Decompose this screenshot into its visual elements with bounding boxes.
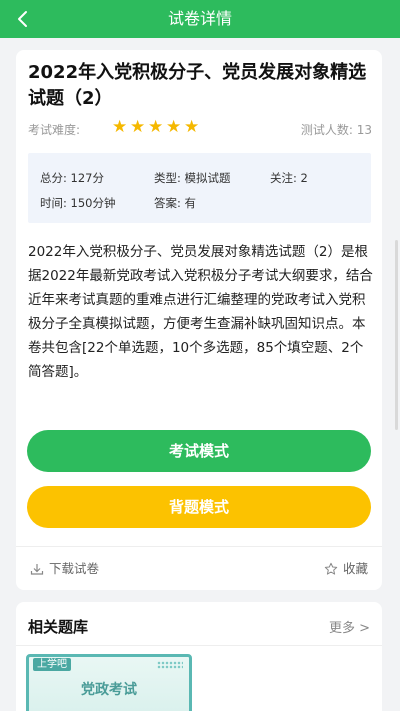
collect-label: 收藏 — [342, 561, 368, 576]
difficulty-stars: ★ ★ ★ ★ ★ — [112, 118, 202, 136]
follow-count: 关注: 2 — [270, 171, 308, 185]
memorize-mode-button[interactable]: 背题模式 — [27, 486, 371, 528]
star-outline-icon — [324, 562, 338, 575]
brand-logo: 上学吧 — [33, 658, 71, 671]
scrollbar[interactable] — [395, 240, 398, 430]
related-bank-item-title: 党政考试 — [81, 682, 137, 698]
paper-info-box: 总分: 127分 类型: 模拟试题 关注: 2 时间: 150分钟 答案: 有 — [28, 153, 371, 223]
exam-time: 时间: 150分钟 — [40, 196, 116, 210]
download-icon — [30, 564, 44, 575]
collect-button[interactable]: 收藏 — [324, 561, 368, 577]
exam-mode-button[interactable]: 考试模式 — [27, 430, 371, 472]
total-score: 总分: 127分 — [40, 171, 104, 185]
difficulty-row: 考试难度: ★ ★ ★ ★ ★ 测试人数: 13 — [28, 118, 372, 138]
more-link[interactable]: 更多 > — [329, 617, 370, 636]
decorative-dots — [157, 661, 183, 669]
paper-type: 类型: 模拟试题 — [154, 171, 231, 185]
download-label: 下载试卷 — [49, 561, 100, 576]
paper-detail-card: 2022年入党积极分子、党员发展对象精选试题（2） 考试难度: ★ ★ ★ ★ ★ 测试… — [16, 50, 382, 590]
related-bank-item[interactable]: 上学吧 党政考试 — [26, 654, 192, 711]
paper-title: 2022年入党积极分子、党员发展对象精选试题（2） — [28, 62, 367, 109]
star-icon: ★ — [130, 117, 146, 137]
related-title: 相关题库 — [28, 618, 89, 636]
testers-count: 测试人数: 13 — [300, 123, 372, 137]
star-icon: ★ — [166, 117, 182, 137]
star-icon: ★ — [148, 117, 164, 137]
page-title: 试卷详情 — [167, 9, 232, 28]
paper-description: 2022年入党积极分子、党员发展对象精选试题（2）是根据2022年最新党政考试入… — [28, 244, 373, 380]
download-button[interactable]: 下载试卷 — [30, 561, 99, 577]
divider — [16, 546, 382, 547]
answer-available: 答案: 有 — [154, 196, 197, 210]
top-bar: 试卷详情 — [0, 0, 400, 38]
related-bank-card: 相关题库 更多 > 上学吧 党政考试 — [16, 602, 382, 711]
difficulty-label: 考试难度: — [28, 123, 81, 137]
star-icon: ★ — [112, 117, 128, 137]
star-icon: ★ — [184, 117, 200, 137]
divider — [16, 645, 382, 646]
